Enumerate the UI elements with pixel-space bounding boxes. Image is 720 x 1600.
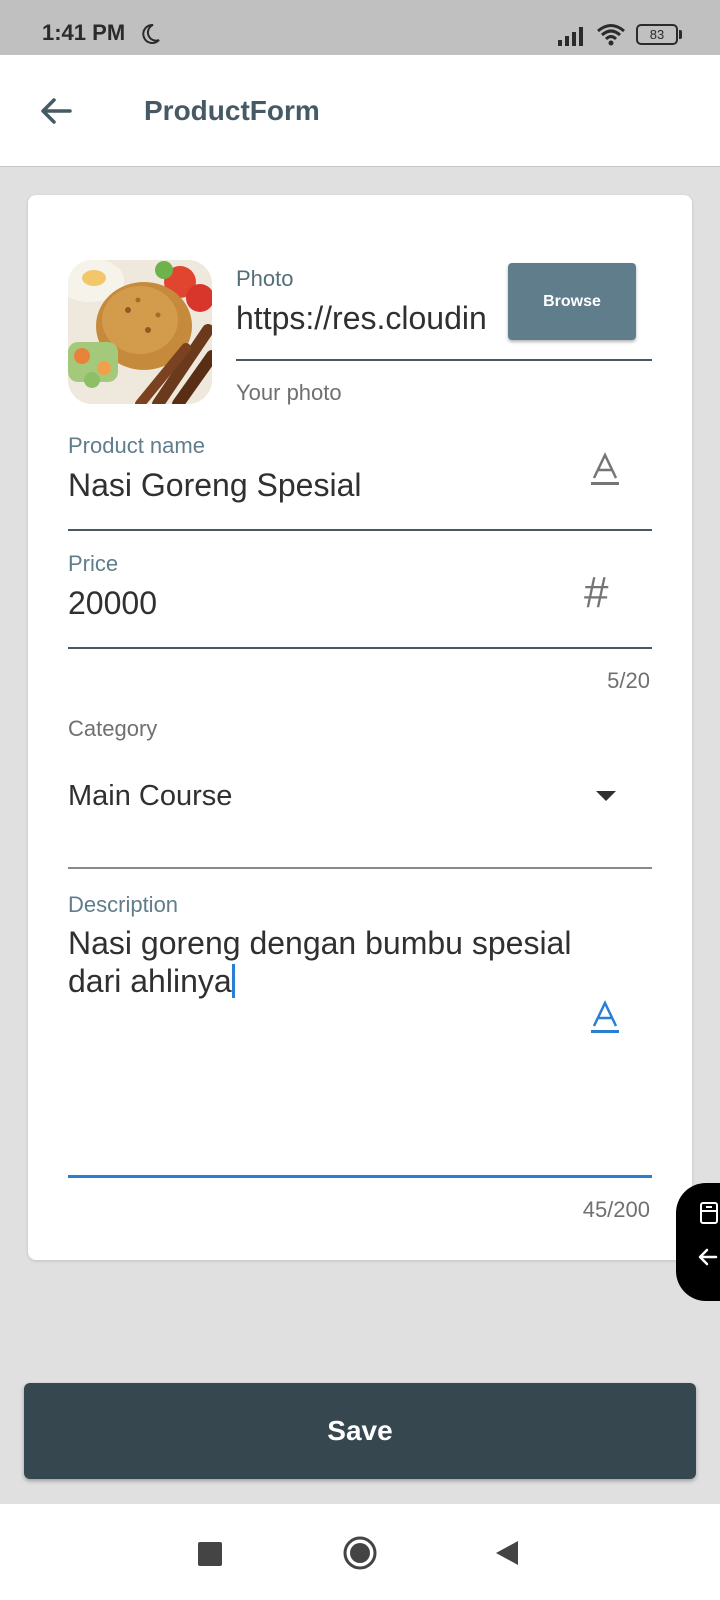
signal-icon <box>558 27 583 46</box>
price-counter: 5/20 <box>607 668 650 693</box>
status-bar: 1:41 PM 83 <box>0 0 720 55</box>
product-name-underline <box>68 529 652 531</box>
dropdown-arrow-icon[interactable] <box>596 791 616 801</box>
price-underline <box>68 647 652 649</box>
description-label: Description <box>68 892 179 917</box>
text-format-icon-active <box>591 1000 619 1033</box>
page-title: ProductForm <box>144 95 320 126</box>
category-label: Category <box>68 716 158 741</box>
wifi-icon <box>597 24 625 46</box>
hash-icon: # <box>584 568 609 617</box>
status-time: 1:41 PM <box>42 20 126 45</box>
app-bar: ProductForm <box>0 55 720 167</box>
battery-icon: 83 <box>636 24 682 45</box>
home-icon[interactable] <box>342 1535 378 1571</box>
photo-helper-text: Your photo <box>236 380 342 405</box>
moon-icon <box>142 23 160 44</box>
description-underline-focused <box>68 1175 652 1178</box>
description-counter: 45/200 <box>582 1197 650 1222</box>
category-select[interactable]: Main Course <box>68 780 232 813</box>
price-input[interactable]: 20000 <box>68 585 157 622</box>
price-label: Price <box>68 551 119 576</box>
floating-side-panel[interactable] <box>676 1183 720 1301</box>
system-nav-bar <box>0 1504 720 1600</box>
description-line-2: dari ahlinya <box>68 963 232 999</box>
browse-button[interactable]: Browse <box>508 263 636 340</box>
battery-level: 83 <box>636 24 678 45</box>
category-underline <box>68 867 652 869</box>
photo-label: Photo <box>236 266 294 291</box>
photo-url-input[interactable]: https://res.cloudin <box>236 300 492 344</box>
description-line-1: Nasi goreng dengan bumbu spesial <box>68 925 572 961</box>
back-arrow-icon[interactable] <box>36 91 76 131</box>
product-photo-thumbnail <box>68 260 212 404</box>
product-name-label: Product name <box>68 433 205 458</box>
product-name-input[interactable]: Nasi Goreng Spesial <box>68 467 361 504</box>
save-button[interactable]: Save <box>24 1383 696 1479</box>
arrow-left-icon[interactable] <box>696 1245 720 1269</box>
photo-underline <box>236 359 652 361</box>
clipboard-icon[interactable] <box>698 1201 720 1225</box>
food-photo-image <box>68 260 212 404</box>
text-format-icon <box>591 452 619 485</box>
description-input-line-2[interactable]: dari ahlinya <box>68 963 235 1000</box>
recents-icon[interactable] <box>198 1542 222 1566</box>
text-cursor <box>231 964 235 998</box>
nav-back-icon[interactable] <box>494 1539 520 1567</box>
description-input-line-1[interactable]: Nasi goreng dengan bumbu spesial <box>68 925 571 962</box>
